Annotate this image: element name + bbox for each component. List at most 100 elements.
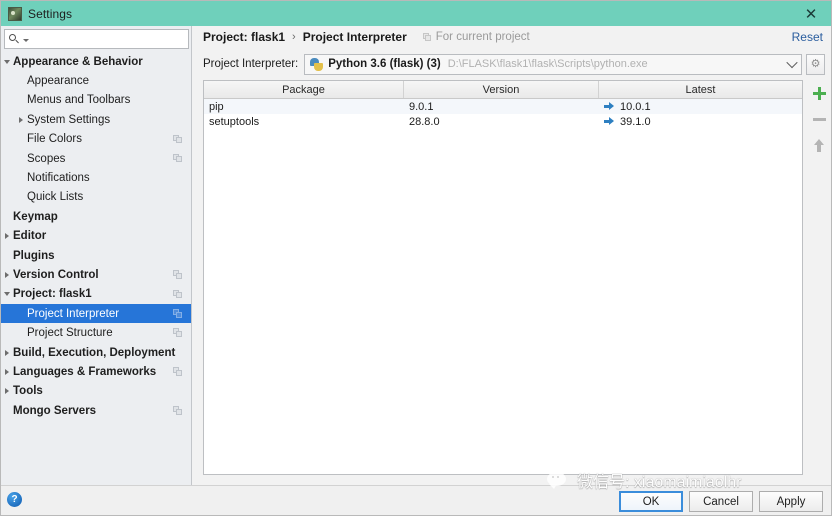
sidebar-item-system-settings[interactable]: System Settings: [1, 110, 191, 129]
chevron-right-icon[interactable]: [15, 110, 27, 129]
breadcrumb: Project: flask1 › Project Interpreter Fo…: [203, 30, 530, 44]
upgrade-arrow-icon: [604, 117, 615, 126]
chevron-down-icon[interactable]: [1, 52, 13, 71]
sidebar-item-appearance[interactable]: Appearance: [1, 71, 191, 90]
interpreter-select[interactable]: Python 3.6 (flask) (3) D:\FLASK\flask1\f…: [304, 53, 802, 75]
packages-toolbar: [805, 80, 831, 170]
sidebar-item-appearance-behavior[interactable]: Appearance & Behavior: [1, 52, 191, 71]
sidebar-item-project-interpreter[interactable]: Project Interpreter: [1, 304, 191, 324]
sidebar-item-label: Notifications: [27, 172, 90, 185]
search-dropdown-caret-icon[interactable]: [23, 39, 29, 42]
sidebar-item-project-flask1[interactable]: Project: flask1: [1, 285, 191, 304]
search-input[interactable]: [33, 33, 183, 45]
sidebar-item-mongo-servers[interactable]: Mongo Servers: [1, 401, 191, 420]
sidebar-item-label: Keymap: [13, 210, 58, 223]
interpreter-name: Python 3.6 (flask) (3): [328, 58, 441, 70]
reset-link[interactable]: Reset: [792, 30, 823, 44]
help-icon[interactable]: ?: [7, 492, 22, 507]
sidebar-item-languages-frameworks[interactable]: Languages & Frameworks: [1, 362, 191, 381]
package-version-cell: 9.0.1: [409, 100, 434, 113]
packages-table: Package Version Latest pip 9.0.1 10.0.1 setup…: [203, 80, 803, 475]
apply-button[interactable]: Apply: [759, 491, 823, 512]
sidebar-item-label: Mongo Servers: [13, 404, 97, 417]
dialog-footer: ? OK Cancel Apply: [1, 485, 831, 515]
sidebar-item-label: Languages & Frameworks: [13, 365, 157, 378]
settings-sidebar: Appearance & Behavior Appearance Menus and…: [1, 26, 192, 485]
interpreter-path: D:\FLASK\flask1\flask\Scripts\python.exe: [447, 58, 648, 70]
sidebar-item-plugins[interactable]: Plugins: [1, 246, 191, 265]
sidebar-item-project-structure[interactable]: Project Structure: [1, 323, 191, 342]
settings-app-icon: [8, 6, 22, 21]
copy-icon: [173, 309, 182, 318]
sidebar-item-label: Tools: [13, 385, 43, 398]
scope-note: For current project: [422, 31, 530, 43]
upgrade-arrow-icon: [604, 102, 615, 111]
sidebar-item-label: System Settings: [27, 113, 111, 126]
package-latest-cell: 10.0.1: [599, 99, 802, 114]
sidebar-item-label: Build, Execution, Deployment: [13, 346, 176, 359]
sidebar-item-scopes[interactable]: Scopes: [1, 149, 191, 168]
table-row[interactable]: setuptools 28.8.0 39.1.0: [204, 114, 802, 129]
ok-button[interactable]: OK: [619, 491, 683, 512]
chevron-right-icon[interactable]: [1, 265, 13, 284]
package-latest-version: 10.0.1: [620, 100, 651, 113]
sidebar-item-tools[interactable]: Tools: [1, 382, 191, 401]
copy-icon: [173, 328, 182, 337]
copy-icon: [173, 367, 182, 376]
settings-tree: Appearance & Behavior Appearance Menus and…: [1, 52, 191, 484]
table-row[interactable]: pip 9.0.1 10.0.1: [204, 99, 802, 114]
chevron-right-icon[interactable]: [1, 382, 13, 401]
settings-content: Project: flask1 › Project Interpreter Fo…: [192, 26, 831, 485]
add-package-button[interactable]: [807, 80, 831, 106]
sidebar-item-quick-lists[interactable]: Quick Lists: [1, 188, 191, 207]
sidebar-item-build-execution-deployment[interactable]: Build, Execution, Deployment: [1, 343, 191, 362]
sidebar-item-notifications[interactable]: Notifications: [1, 168, 191, 187]
interpreter-settings-button[interactable]: ⚙: [806, 53, 825, 75]
dialog-buttons: OK Cancel Apply: [619, 491, 823, 512]
settings-dialog: Settings ✕ Appearance & Behavior Appearan…: [0, 0, 832, 516]
sidebar-item-label: Version Control: [13, 268, 99, 281]
sidebar-item-label: Project Structure: [27, 327, 113, 340]
chevron-down-icon[interactable]: [783, 54, 801, 74]
breadcrumb-root[interactable]: Project: flask1: [203, 30, 285, 44]
cancel-button[interactable]: Cancel: [689, 491, 753, 512]
interpreter-label: Project Interpreter:: [203, 58, 299, 70]
copy-icon: [173, 406, 182, 415]
column-header-latest[interactable]: Latest: [599, 81, 802, 98]
up-arrow-icon: [813, 138, 826, 152]
search-box[interactable]: [4, 29, 189, 49]
close-icon[interactable]: ✕: [789, 1, 831, 26]
search-icon: [9, 33, 22, 46]
packages-table-body: pip 9.0.1 10.0.1 setuptools 28.8.0 39.1.0: [204, 99, 802, 129]
scope-note-label: For current project: [435, 31, 530, 43]
sidebar-item-keymap[interactable]: Keymap: [1, 207, 191, 226]
copy-icon: [173, 289, 182, 299]
package-name-cell: setuptools: [209, 115, 260, 128]
gear-icon: ⚙: [810, 57, 821, 70]
column-header-version[interactable]: Version: [404, 81, 599, 98]
sidebar-item-file-colors[interactable]: File Colors: [1, 130, 191, 149]
chevron-down-icon[interactable]: [1, 285, 13, 304]
sidebar-item-version-control[interactable]: Version Control: [1, 265, 191, 284]
packages-table-header: Package Version Latest: [204, 81, 802, 99]
remove-package-button[interactable]: [807, 106, 831, 132]
chevron-right-icon[interactable]: [1, 362, 13, 381]
chevron-right-icon[interactable]: [1, 343, 13, 362]
sidebar-item-menus-and-toolbars[interactable]: Menus and Toolbars: [1, 91, 191, 110]
package-latest-cell: 39.1.0: [599, 114, 802, 129]
chevron-right-icon[interactable]: [1, 227, 13, 246]
column-header-package[interactable]: Package: [204, 81, 404, 98]
breadcrumb-current: Project Interpreter: [302, 30, 407, 44]
upgrade-package-button[interactable]: [807, 132, 831, 158]
sidebar-item-label: Editor: [13, 230, 47, 243]
sidebar-item-label: Project Interpreter: [27, 307, 120, 320]
sidebar-item-editor[interactable]: Editor: [1, 227, 191, 246]
